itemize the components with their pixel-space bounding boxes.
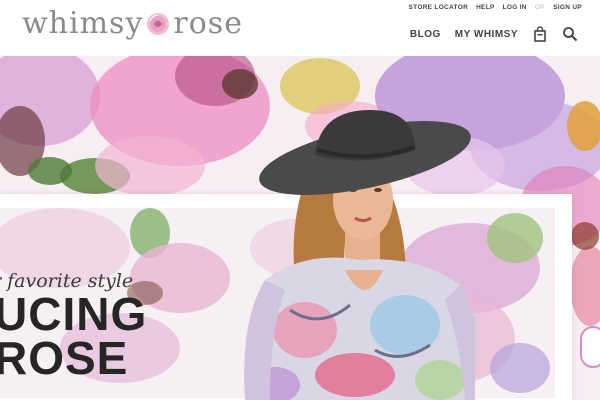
shopping-bag-icon[interactable] xyxy=(532,26,548,42)
rose-logo-icon xyxy=(147,12,170,35)
headline-line-2: ROSE xyxy=(0,332,129,384)
headline-line-1: UCING xyxy=(0,288,148,340)
nav-my-whimsy-link[interactable]: MY WHIMSY xyxy=(455,29,518,40)
brand-logo[interactable]: whimsy rose xyxy=(22,6,243,41)
site-header: whimsy rose STORE LOCATOR HELP LOG IN OR… xyxy=(0,0,600,56)
logo-text-right: rose xyxy=(173,6,243,41)
utility-links: STORE LOCATOR HELP LOG IN OR SIGN UP xyxy=(409,4,582,11)
main-nav: BLOG MY WHIMSY xyxy=(410,26,578,42)
help-link[interactable]: HELP xyxy=(476,4,495,11)
sign-up-link[interactable]: SIGN UP xyxy=(553,4,582,11)
hero-headline: UCING ROSE xyxy=(0,288,148,384)
hero-banner[interactable]: r favorite style UCING ROSE xyxy=(0,56,600,400)
logo-text-left: whimsy xyxy=(22,6,144,41)
carousel-next-button[interactable] xyxy=(580,326,600,368)
model-photo xyxy=(244,110,475,400)
search-icon[interactable] xyxy=(562,26,578,42)
or-separator: OR xyxy=(534,4,546,11)
store-locator-link[interactable]: STORE LOCATOR xyxy=(409,4,469,11)
log-in-link[interactable]: LOG IN xyxy=(503,4,527,11)
nav-blog-link[interactable]: BLOG xyxy=(410,29,441,40)
